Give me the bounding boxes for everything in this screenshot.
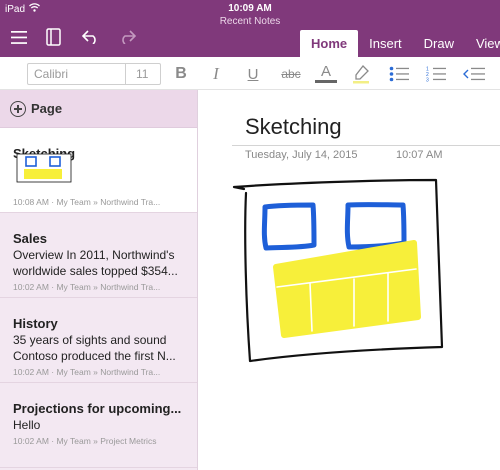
page-item-title: Projections for upcoming... bbox=[13, 401, 182, 416]
bold-button[interactable]: B bbox=[170, 63, 192, 85]
status-time: 10:09 AM bbox=[228, 3, 272, 14]
strikethrough-button[interactable]: abc bbox=[278, 63, 304, 85]
add-page-button[interactable]: Page bbox=[0, 90, 197, 128]
underline-button[interactable]: U bbox=[242, 63, 264, 85]
font-divider bbox=[125, 64, 126, 84]
page-item-sketching[interactable]: Sketching 10:08 AM · My Team » Northwind… bbox=[0, 128, 197, 213]
page-item-history[interactable]: History 35 years of sights and sound Con… bbox=[0, 298, 197, 383]
page-title[interactable]: Sketching bbox=[245, 114, 342, 140]
page-item-title: Sales bbox=[13, 231, 47, 246]
page-date: Tuesday, July 14, 2015 bbox=[245, 149, 358, 161]
page-item-meta: 10:08 AM · My Team » Northwind Tra... bbox=[13, 197, 161, 207]
title-divider bbox=[232, 145, 500, 146]
ink-right-eye bbox=[344, 202, 407, 250]
italic-button[interactable]: I bbox=[205, 63, 227, 85]
undo-icon[interactable] bbox=[80, 26, 102, 48]
bulleted-list-icon[interactable] bbox=[388, 63, 410, 85]
page-time: 10:07 AM bbox=[396, 149, 443, 161]
tab-draw[interactable]: Draw bbox=[413, 30, 465, 57]
font-size-field[interactable]: 11 bbox=[136, 67, 148, 81]
tab-insert[interactable]: Insert bbox=[358, 30, 413, 57]
page-item-preview: worldwide sales topped $354... bbox=[13, 264, 178, 278]
ink-sketch-drawing[interactable] bbox=[228, 175, 448, 365]
page-item-title: History bbox=[13, 316, 58, 331]
page-item-meta: 10:02 AM · My Team » Project Metrics bbox=[13, 436, 157, 446]
page-list: Page Sketching 10:08 AM · My Team » Nort… bbox=[0, 90, 198, 470]
add-circle-icon bbox=[10, 101, 26, 117]
format-toolbar: Calibri 11 B I U abc A 123 bbox=[0, 57, 500, 90]
font-name-field[interactable]: Calibri bbox=[34, 67, 68, 81]
svg-text:3: 3 bbox=[426, 78, 429, 83]
page-item-preview: 35 years of sights and sound bbox=[13, 333, 167, 347]
page-item-preview: Hello bbox=[13, 418, 41, 432]
redo-icon[interactable] bbox=[116, 26, 138, 48]
page-item-meta: 10:02 AM · My Team » Northwind Tra... bbox=[13, 282, 161, 292]
ink-mouth-fill bbox=[273, 240, 421, 338]
app-header: iPad 10:09 AM Recent Notes Home Insert D… bbox=[0, 0, 500, 57]
font-picker[interactable]: Calibri 11 bbox=[27, 63, 161, 85]
decrease-indent-icon[interactable] bbox=[462, 63, 486, 85]
add-page-label: Page bbox=[31, 101, 63, 116]
page-item-sales[interactable]: Sales Overview In 2011, Northwind's worl… bbox=[0, 213, 197, 298]
page-item-preview: Overview In 2011, Northwind's bbox=[13, 248, 175, 262]
tab-home[interactable]: Home bbox=[300, 30, 359, 57]
font-color-button[interactable]: A bbox=[315, 63, 337, 83]
numbered-list-icon[interactable]: 123 bbox=[425, 63, 447, 85]
page-item-meta: 10:02 AM · My Team » Northwind Tra... bbox=[13, 367, 161, 377]
notebook-title: Recent Notes bbox=[219, 16, 281, 27]
hamburger-icon[interactable] bbox=[8, 26, 30, 48]
ribbon-tabs: Home Insert Draw View bbox=[300, 30, 500, 57]
page-item-projections[interactable]: Projections for upcoming... Hello 10:02 … bbox=[0, 383, 197, 468]
tab-view[interactable]: View bbox=[465, 30, 500, 57]
ink-left-eye bbox=[261, 202, 317, 251]
highlighter-icon[interactable] bbox=[350, 63, 372, 85]
page-item-preview: Contoso produced the first N... bbox=[13, 349, 176, 363]
notebooks-icon[interactable] bbox=[43, 26, 65, 48]
sketch-thumbnail bbox=[16, 153, 72, 183]
